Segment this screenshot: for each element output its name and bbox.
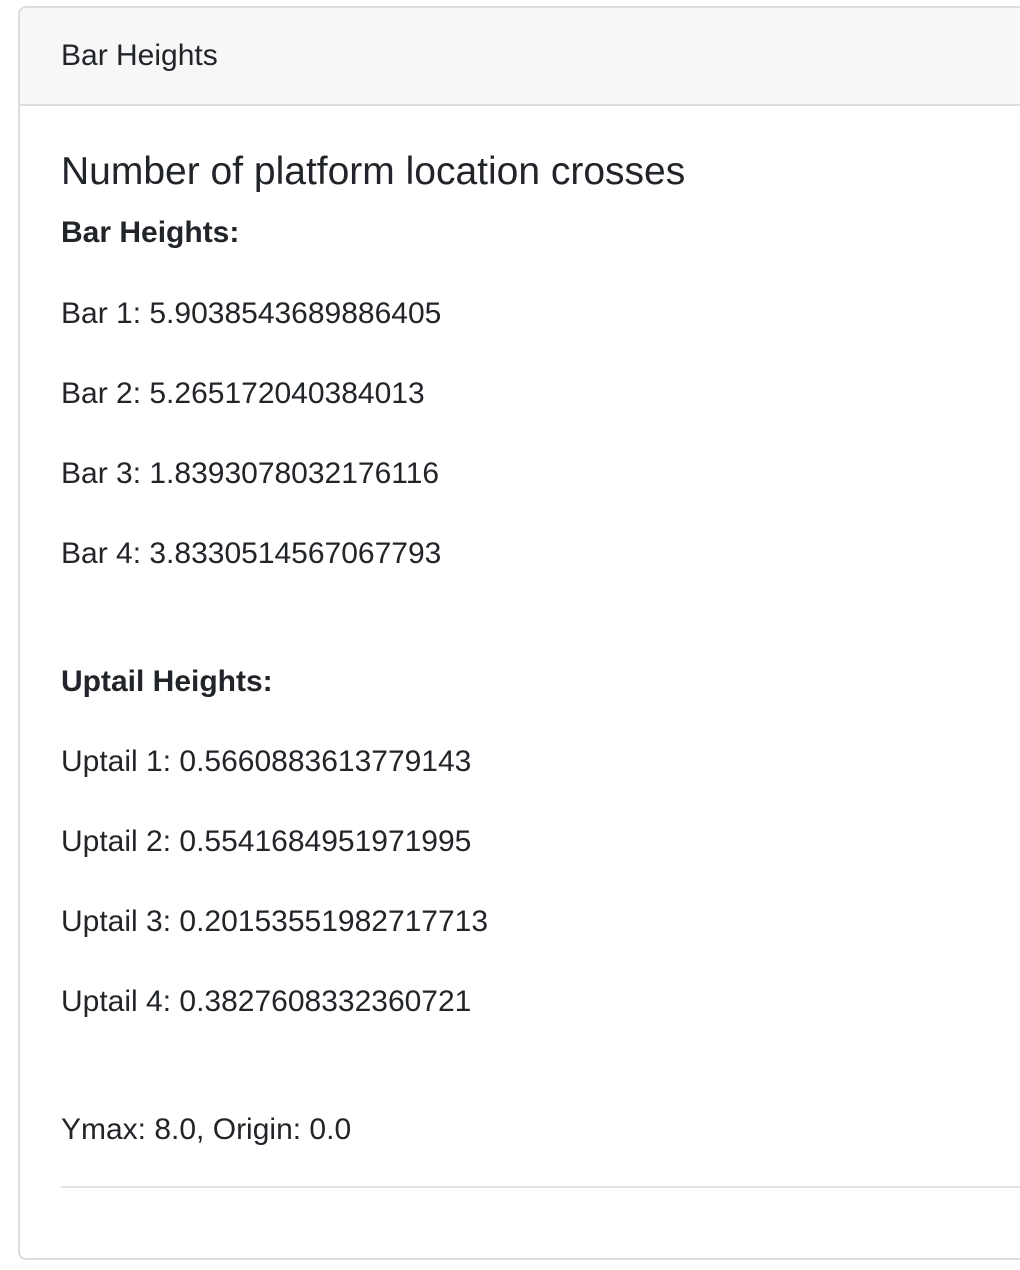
divider bbox=[61, 1186, 1020, 1188]
bar-heights-card: Bar Heights Number of platform location … bbox=[18, 6, 1020, 1260]
page-title: Number of platform location crosses bbox=[61, 150, 686, 193]
uptail-heights-heading: Uptail Heights: bbox=[61, 665, 273, 698]
uptail-height-item-4: Uptail 4: 0.3827608332360721 bbox=[61, 985, 472, 1018]
uptail-height-item-1: Uptail 1: 0.5660883613779143 bbox=[61, 745, 472, 778]
bar-heights-heading: Bar Heights: bbox=[61, 216, 240, 249]
card-header-title: Bar Heights bbox=[61, 39, 218, 72]
bar-height-item-1: Bar 1: 5.9038543689886405 bbox=[61, 297, 442, 330]
bar-height-item-2: Bar 2: 5.265172040384013 bbox=[61, 377, 425, 410]
uptail-height-item-2: Uptail 2: 0.5541684951971995 bbox=[61, 825, 472, 858]
card-header: Bar Heights bbox=[20, 8, 1020, 106]
ymax-origin-text: Ymax: 8.0, Origin: 0.0 bbox=[61, 1113, 352, 1146]
uptail-height-item-3: Uptail 3: 0.20153551982717713 bbox=[61, 905, 489, 938]
bar-height-item-3: Bar 3: 1.8393078032176116 bbox=[61, 457, 440, 490]
bar-height-item-4: Bar 4: 3.8330514567067793 bbox=[61, 537, 442, 570]
